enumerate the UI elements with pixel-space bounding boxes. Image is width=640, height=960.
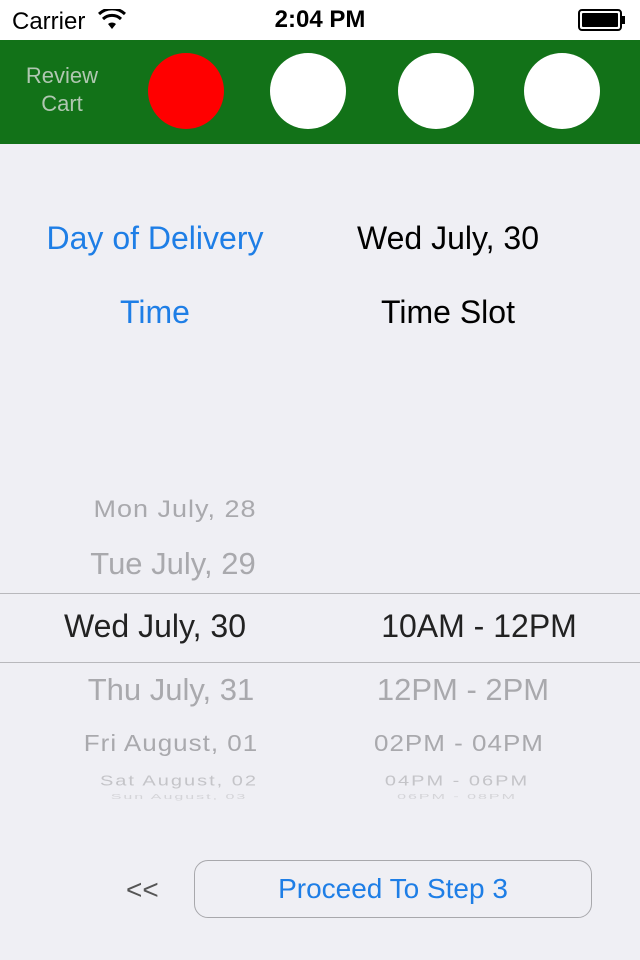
status-bar: Carrier 2:04 PM [0, 0, 640, 40]
day-of-delivery-value: Wed July, 30 [356, 220, 539, 256]
picker-slot-item[interactable]: 04PM - 06PM [322, 773, 592, 790]
back-button[interactable]: << [126, 874, 159, 906]
delivery-picker[interactable]: Mon July, 28 Tue July, 29 Wed July, 30 T… [0, 480, 640, 810]
picker-slot-item[interactable]: 12PM - 2PM [328, 672, 598, 708]
step-2-indicator[interactable] [270, 53, 346, 129]
picker-selection-top-line [0, 593, 640, 594]
picker-day-item[interactable]: Sun August, 03 [44, 793, 314, 801]
step-1-indicator-active[interactable] [148, 53, 224, 129]
picker-slot-item[interactable]: 06PM - 08PM [322, 793, 592, 801]
step-3-indicator[interactable] [398, 53, 474, 129]
picker-selection-bottom-line [0, 662, 640, 663]
picker-day-item[interactable]: Tue July, 29 [40, 546, 306, 582]
review-label-line1: Review [25, 63, 99, 88]
step-4-indicator[interactable] [524, 53, 600, 129]
status-time: 2:04 PM [274, 6, 366, 33]
battery-icon [578, 9, 625, 31]
day-of-delivery-label[interactable]: Day of Delivery [20, 220, 290, 257]
steps-bar: Review Cart [0, 40, 640, 144]
proceed-to-step-3-button[interactable]: Proceed To Step 3 [194, 860, 592, 918]
time-label[interactable]: Time [20, 294, 290, 331]
review-cart-step[interactable]: Review Cart [12, 62, 112, 118]
time-slot-value: Time Slot [381, 294, 515, 330]
picker-slot-item-selected[interactable]: 10AM - 12PM [344, 608, 614, 645]
picker-slot-item[interactable]: 02PM - 04PM [324, 730, 594, 758]
review-label-line2: Cart [41, 91, 83, 116]
picker-day-item-selected[interactable]: Wed July, 30 [20, 608, 290, 645]
picker-day-item[interactable]: Sat August, 02 [44, 773, 314, 790]
picker-day-item[interactable]: Fri August, 01 [36, 730, 306, 758]
picker-day-item[interactable]: Thu July, 31 [36, 672, 306, 708]
picker-day-item[interactable]: Mon July, 28 [40, 496, 310, 523]
